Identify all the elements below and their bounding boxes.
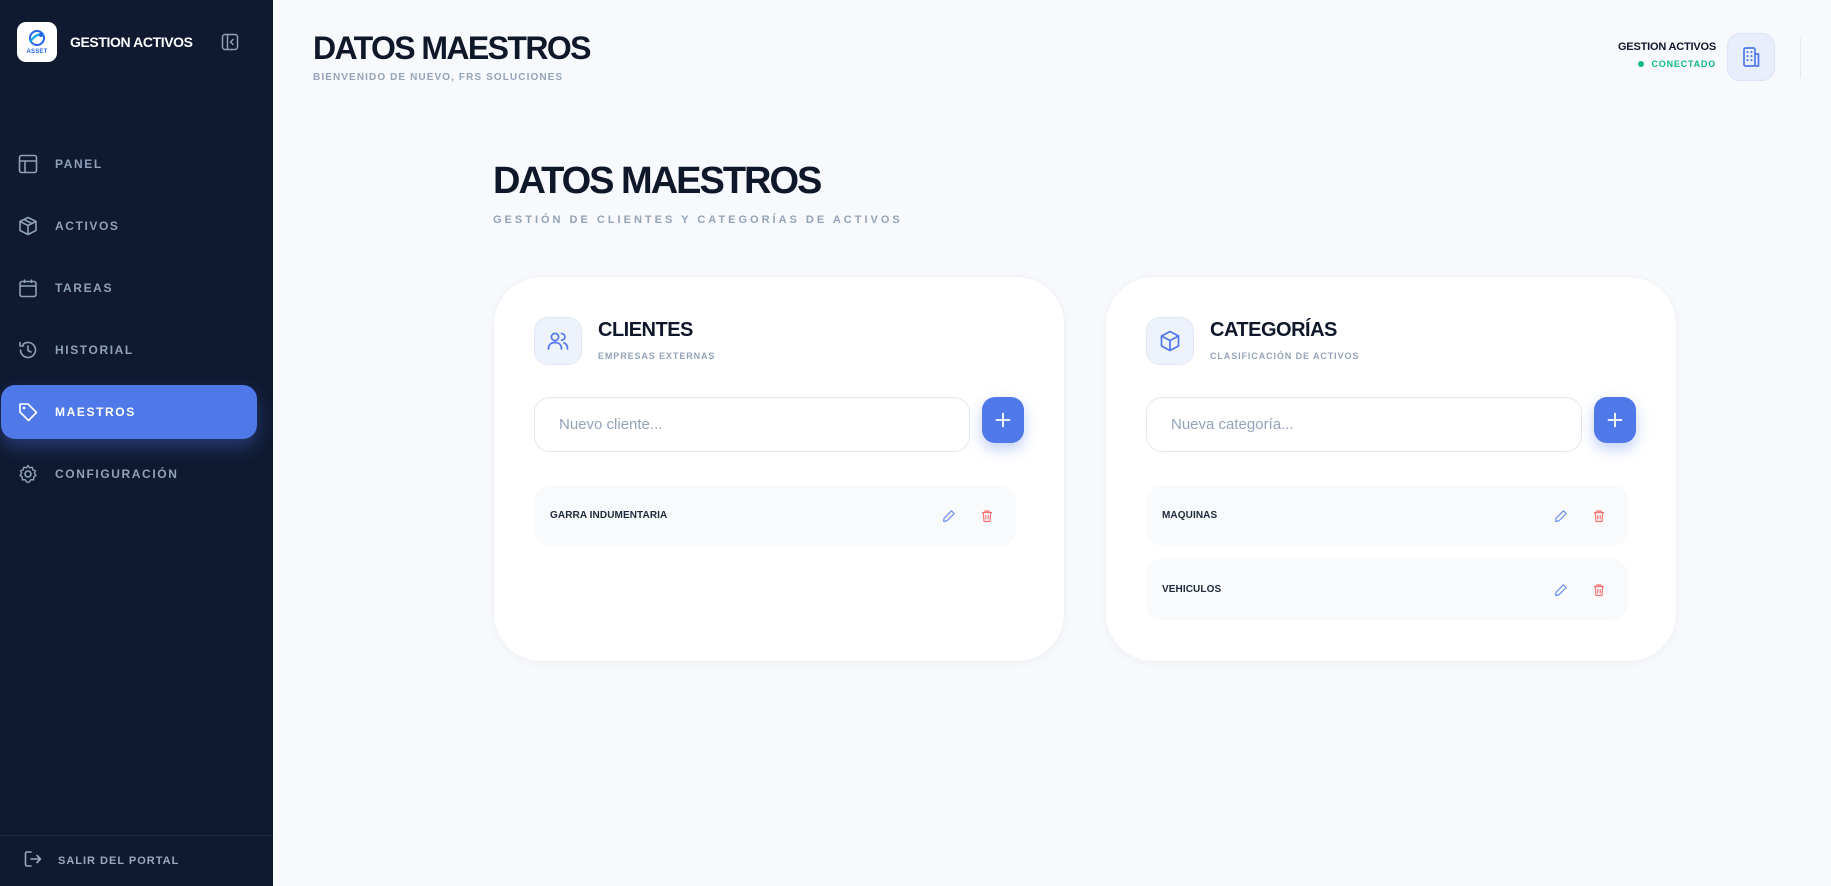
sidebar-item-historial[interactable]: HISTORIAL bbox=[0, 323, 273, 377]
edit-icon[interactable] bbox=[940, 507, 958, 525]
building-icon bbox=[1743, 47, 1760, 67]
box-icon bbox=[1146, 317, 1194, 365]
logout-label: SALIR DEL PORTAL bbox=[58, 855, 180, 867]
list-item: MAQUINAS bbox=[1146, 485, 1628, 546]
tag-icon bbox=[17, 401, 39, 423]
user-info: GESTION ACTIVOS CONECTADO bbox=[1618, 41, 1716, 69]
status-dot-icon bbox=[1638, 61, 1645, 67]
new-client-input[interactable] bbox=[534, 397, 970, 452]
page-title: DATOS MAESTROS bbox=[493, 160, 822, 202]
gear-icon bbox=[17, 463, 39, 485]
list-item: VEHICULOS bbox=[1146, 559, 1628, 620]
sidebar-item-label: PANEL bbox=[55, 157, 103, 171]
logout-button[interactable]: SALIR DEL PORTAL bbox=[0, 835, 273, 886]
sidebar-item-configuracion[interactable]: CONFIGURACIÓN bbox=[0, 447, 273, 501]
sidebar-item-label: TAREAS bbox=[55, 281, 114, 295]
clients-title: CLIENTES bbox=[598, 319, 693, 341]
client-name: GARRA INDUMENTARIA bbox=[550, 510, 668, 521]
sidebar-item-label: ACTIVOS bbox=[55, 219, 120, 233]
header-subtitle: BIENVENIDO DE NUEVO, FRS SOLUCIONES bbox=[313, 72, 564, 83]
sidebar-collapse-button[interactable] bbox=[220, 32, 240, 52]
trash-icon[interactable] bbox=[1590, 581, 1608, 599]
categories-card: CATEGORÍAS CLASIFICACIÓN DE ACTIVOS MAQU… bbox=[1105, 276, 1677, 662]
new-category-input[interactable] bbox=[1146, 397, 1582, 452]
avatar[interactable] bbox=[1727, 33, 1775, 81]
brand-logo: ASSET bbox=[17, 22, 57, 62]
sidebar-item-label: CONFIGURACIÓN bbox=[55, 467, 179, 481]
users-icon bbox=[534, 317, 582, 365]
trash-icon[interactable] bbox=[978, 507, 996, 525]
clients-card: CLIENTES EMPRESAS EXTERNAS GARRA INDUMEN… bbox=[493, 276, 1065, 662]
status-text: CONECTADO bbox=[1651, 59, 1716, 69]
category-name: MAQUINAS bbox=[1162, 510, 1218, 521]
clients-subtitle: EMPRESAS EXTERNAS bbox=[598, 351, 716, 361]
add-client-button[interactable] bbox=[982, 397, 1024, 443]
box-icon bbox=[17, 215, 39, 237]
row-actions bbox=[1532, 485, 1608, 546]
plus-icon bbox=[995, 412, 1011, 428]
logo-icon bbox=[29, 30, 45, 46]
sidebar-item-maestros[interactable]: MAESTROS bbox=[1, 385, 257, 439]
list-item: GARRA INDUMENTARIA bbox=[534, 485, 1016, 546]
header-title: DATOS MAESTROS bbox=[313, 30, 591, 66]
trash-icon[interactable] bbox=[1590, 507, 1608, 525]
brand-name: GESTION ACTIVOS bbox=[70, 34, 193, 50]
history-icon bbox=[17, 339, 39, 361]
categories-title: CATEGORÍAS bbox=[1210, 319, 1337, 341]
sidebar-item-tareas[interactable]: TAREAS bbox=[0, 261, 273, 315]
header-divider bbox=[1800, 38, 1801, 78]
clients-list: GARRA INDUMENTARIA bbox=[534, 485, 1016, 559]
layout-icon bbox=[17, 153, 39, 175]
edit-icon[interactable] bbox=[1552, 507, 1570, 525]
category-name: VEHICULOS bbox=[1162, 584, 1222, 595]
logout-icon bbox=[24, 850, 42, 873]
edit-icon[interactable] bbox=[1552, 581, 1570, 599]
page-subtitle: GESTIÓN DE CLIENTES Y CATEGORÍAS DE ACTI… bbox=[493, 214, 903, 226]
logo-text: ASSET bbox=[26, 49, 48, 55]
sidebar-nav: PANEL ACTIVOS TAREAS HISTORIAL MAESTROS bbox=[0, 137, 273, 509]
sidebar-item-label: MAESTROS bbox=[55, 405, 136, 419]
row-actions bbox=[920, 485, 996, 546]
sidebar-item-activos[interactable]: ACTIVOS bbox=[0, 199, 273, 253]
row-actions bbox=[1532, 559, 1608, 620]
categories-subtitle: CLASIFICACIÓN DE ACTIVOS bbox=[1210, 351, 1360, 361]
add-category-button[interactable] bbox=[1594, 397, 1636, 443]
sidebar-item-label: HISTORIAL bbox=[55, 343, 134, 357]
categories-list: MAQUINAS VEHICULOS bbox=[1146, 485, 1628, 633]
panel-collapse-icon bbox=[221, 33, 239, 51]
user-name: GESTION ACTIVOS bbox=[1617, 41, 1716, 53]
brand[interactable]: ASSET GESTION ACTIVOS bbox=[17, 22, 193, 62]
sidebar: ASSET GESTION ACTIVOS PANEL ACTIVOS TARE… bbox=[0, 0, 273, 886]
calendar-icon bbox=[17, 277, 39, 299]
plus-icon bbox=[1607, 412, 1623, 428]
status-badge: CONECTADO bbox=[1618, 59, 1716, 69]
sidebar-item-panel[interactable]: PANEL bbox=[0, 137, 273, 191]
